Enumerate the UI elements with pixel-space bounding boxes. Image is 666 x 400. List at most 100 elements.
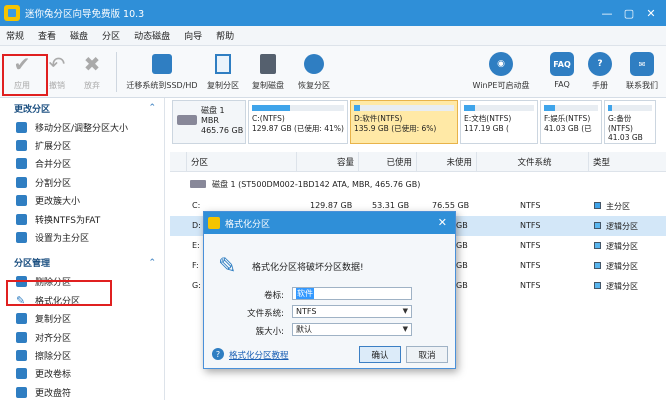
- question-icon: ?: [588, 52, 612, 76]
- sidebar-item-align[interactable]: 对齐分区: [0, 328, 164, 346]
- cell-used: 53.31 GB: [372, 201, 410, 210]
- disk-map-disk[interactable]: 磁盘 1 MBR 465.76 GB: [172, 100, 246, 144]
- sidebar-item-label: 合并分区: [35, 160, 72, 171]
- cancel-button[interactable]: 取消: [406, 346, 448, 363]
- cluster-size-select[interactable]: 默认 ▼: [292, 323, 412, 336]
- manual-button[interactable]: ? 手册: [584, 46, 616, 98]
- cell-partition: C:: [192, 201, 201, 210]
- cell-capacity: 129.87 GB: [310, 201, 353, 210]
- usage-bar: [252, 105, 344, 111]
- format-tutorial-link[interactable]: 格式化分区教程: [229, 349, 289, 361]
- menu-dynamic-disk[interactable]: 动态磁盘: [134, 29, 170, 42]
- copy-partition-button[interactable]: 复制分区: [202, 46, 244, 98]
- volume-label-value: 软件: [296, 288, 314, 299]
- ok-button[interactable]: 确认: [359, 346, 401, 363]
- sidebar-item-label: 更改卷标: [35, 370, 72, 381]
- sidebar-item-ntfs-to-fat[interactable]: 转换NTFS为FAT: [0, 210, 164, 228]
- type-swatch: [594, 202, 601, 209]
- cell-filesystem: NTFS: [520, 201, 541, 210]
- copy-disk-button[interactable]: 复制磁盘: [246, 46, 290, 98]
- disk-map-partition-d[interactable]: D:软件(NTFS) 135.9 GB (已使用: 6%): [350, 100, 458, 144]
- recover-icon: [301, 51, 327, 77]
- dialog-close-button[interactable]: ✕: [438, 216, 447, 229]
- disk-map-partition-c[interactable]: C:(NTFS) 129.87 GB (已使用: 41%): [248, 100, 348, 144]
- disk-row[interactable]: 磁盘 1 (ST500DM002-1BD142 ATA, MBR, 465.76…: [170, 176, 666, 192]
- contact-button[interactable]: ✉ 联系我们: [622, 46, 662, 98]
- winpe-button[interactable]: ◉ WinPE可启动盘: [470, 46, 532, 98]
- disk-map-partition-g[interactable]: G:备份(NTFS) 41.03 GB (已: [604, 100, 656, 144]
- type-swatch: [594, 262, 601, 269]
- recover-label: 恢复分区: [298, 81, 330, 90]
- cell-filesystem: NTFS: [520, 261, 541, 270]
- window-controls: — ▢ ✕: [596, 0, 662, 26]
- partition-label: C:(NTFS): [252, 114, 285, 123]
- hard-disk-icon: [190, 180, 206, 188]
- discard-button[interactable]: ✖ 放弃: [74, 46, 110, 98]
- merge-icon: [16, 158, 27, 170]
- filesystem-select[interactable]: NTFS ▼: [292, 305, 412, 318]
- menu-wizard[interactable]: 向导: [184, 29, 202, 42]
- usage-bar: [464, 105, 534, 111]
- usage-bar: [354, 105, 454, 111]
- align-icon: [16, 331, 27, 343]
- sidebar-item-label: 移动分区/调整分区大小: [35, 123, 129, 134]
- migrate-os-button[interactable]: 迁移系统到SSD/HD: [124, 46, 200, 98]
- sidebar-item-label: 擦除分区: [35, 351, 72, 362]
- cell-free: 76.55 GB: [432, 201, 470, 210]
- disk-map-partition-f[interactable]: F:娱乐(NTFS) 41.03 GB (已: [540, 100, 602, 144]
- disk-map-partition-e[interactable]: E:文档(NTFS) 117.19 GB (: [460, 100, 538, 144]
- sidebar-item-split[interactable]: 分割分区: [0, 173, 164, 191]
- cluster-size-value: 默认: [296, 325, 312, 334]
- column-capacity[interactable]: 容量: [296, 152, 358, 172]
- menu-disk[interactable]: 磁盘: [70, 29, 88, 42]
- sidebar-item-label: 扩展分区: [35, 142, 72, 153]
- cd-icon: ◉: [489, 52, 513, 76]
- column-filesystem[interactable]: 文件系统: [476, 152, 588, 172]
- faq-label: FAQ: [554, 80, 570, 89]
- usage-bar: [608, 105, 652, 111]
- section-title: 分区管理: [14, 259, 51, 270]
- sidebar-item-copy[interactable]: 复制分区: [0, 310, 164, 328]
- type-swatch: [594, 222, 601, 229]
- filesystem-label: 文件系统:: [247, 309, 284, 319]
- sidebar-section-change-partition[interactable]: 更改分区 ⌃: [0, 98, 164, 118]
- undo-label: 撤销: [49, 81, 65, 90]
- sidebar-item-set-primary[interactable]: 设置为主分区: [0, 228, 164, 246]
- menu-partition[interactable]: 分区: [102, 29, 120, 42]
- menu-general[interactable]: 常规: [6, 29, 24, 42]
- sidebar-item-merge[interactable]: 合并分区: [0, 155, 164, 173]
- toolbar-divider: [116, 52, 117, 92]
- table-header: 分区 容量 已使用 未使用 文件系统 类型: [170, 152, 666, 172]
- sidebar-item-extend[interactable]: 扩展分区: [0, 136, 164, 154]
- column-type[interactable]: 类型: [588, 152, 666, 172]
- recover-partition-button[interactable]: 恢复分区: [292, 46, 336, 98]
- sidebar-item-label: 对齐分区: [35, 333, 72, 344]
- menu-view[interactable]: 查看: [38, 29, 56, 42]
- volume-label-input[interactable]: 软件: [292, 287, 412, 300]
- minimize-button[interactable]: —: [596, 0, 618, 26]
- sidebar-item-drive-letter[interactable]: 更改盘符: [0, 383, 164, 400]
- resize-icon: [16, 121, 27, 133]
- cell-type: 逻辑分区: [606, 222, 638, 231]
- close-button[interactable]: ✕: [640, 0, 662, 26]
- faq-button[interactable]: FAQ FAQ: [546, 46, 578, 98]
- highlight-format: [6, 280, 112, 306]
- window-title: 迷你兔分区向导免费版 10.3: [25, 9, 145, 20]
- maximize-button[interactable]: ▢: [618, 0, 640, 26]
- sidebar-item-cluster-size[interactable]: 更改簇大小: [0, 192, 164, 210]
- cell-partition: D:: [192, 221, 201, 230]
- sidebar-item-label-change[interactable]: 更改卷标: [0, 365, 164, 383]
- column-free[interactable]: 未使用: [416, 152, 476, 172]
- column-used[interactable]: 已使用: [358, 152, 416, 172]
- partition-usage: 129.87 GB (已使用: 41%): [252, 123, 344, 133]
- type-swatch: [594, 242, 601, 249]
- partition-usage: 41.03 GB (已: [544, 123, 592, 133]
- column-partition[interactable]: 分区: [186, 152, 296, 172]
- usage-fill: [544, 105, 555, 111]
- sidebar-item-wipe[interactable]: 擦除分区: [0, 346, 164, 364]
- cell-free: GB: [456, 281, 468, 290]
- sidebar-item-move-resize[interactable]: 移动分区/调整分区大小: [0, 118, 164, 136]
- menu-help[interactable]: 帮助: [216, 29, 234, 42]
- sidebar-section-partition-manage[interactable]: 分区管理 ⌃: [0, 253, 164, 273]
- toolbar: ✔ 应用 ↶ 撤销 ✖ 放弃 迁移系统到SSD/HD 复制分区 复制磁盘 恢复分…: [0, 46, 666, 98]
